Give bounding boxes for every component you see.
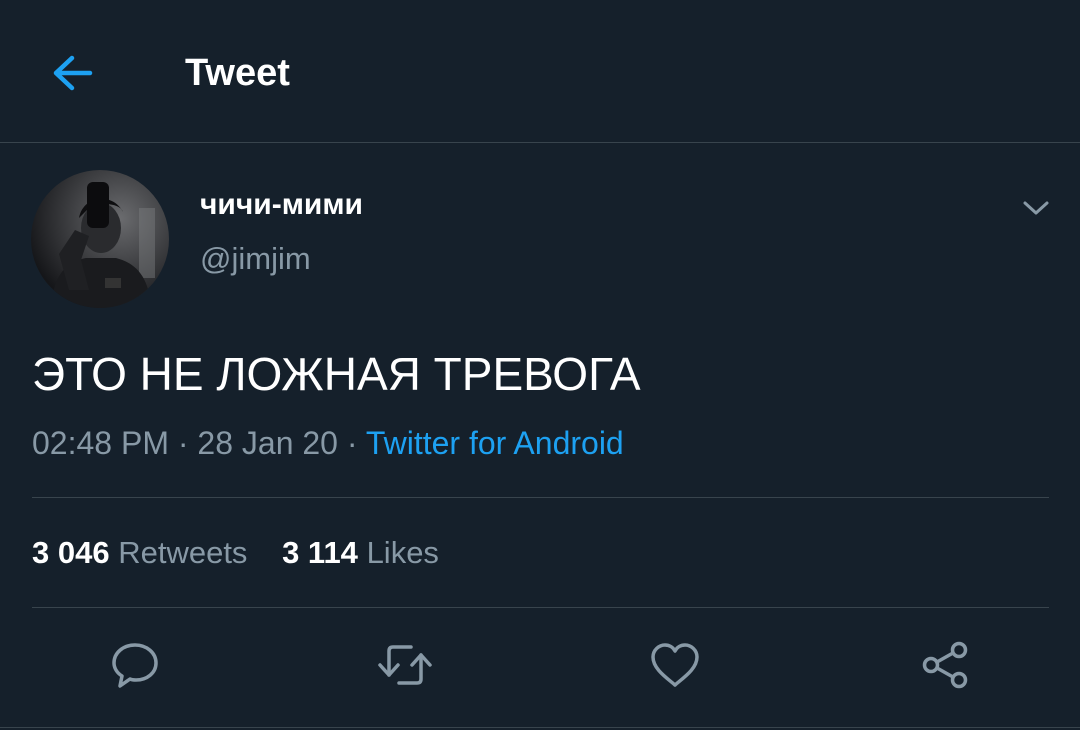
heart-icon: [649, 641, 701, 689]
share-icon: [919, 639, 971, 691]
arrow-left-icon: [50, 54, 94, 92]
author-display-name[interactable]: чичи-мими: [200, 186, 363, 224]
tweet-options-button[interactable]: [1016, 190, 1056, 226]
reply-icon: [109, 640, 161, 690]
likes-label: Likes: [366, 535, 439, 570]
tweet-date: 28 Jan 20: [197, 425, 338, 461]
author-handle[interactable]: @jimjim: [200, 240, 311, 278]
divider: [32, 497, 1049, 498]
retweet-button[interactable]: [377, 638, 433, 692]
retweet-icon: [375, 641, 435, 689]
meta-separator: ·: [177, 425, 189, 461]
tweet-time: 02:48 PM: [32, 425, 169, 461]
page-title: Tweet: [185, 52, 290, 94]
avatar[interactable]: [31, 170, 169, 308]
divider: [32, 607, 1049, 608]
like-button[interactable]: [647, 638, 703, 692]
retweets-count: 3 046: [32, 535, 110, 570]
retweets-label: Retweets: [118, 535, 248, 570]
share-button[interactable]: [917, 638, 973, 692]
tweet-source-link[interactable]: Twitter for Android: [366, 425, 624, 461]
tweet-stats: 3 046 Retweets 3 114 Likes: [32, 533, 465, 573]
retweets-stat[interactable]: 3 046 Retweets: [32, 533, 247, 573]
tweet-text: ЭТО НЕ ЛОЖНАЯ ТРЕВОГА: [32, 348, 641, 400]
meta-separator: ·: [346, 425, 358, 461]
reply-button[interactable]: [107, 638, 163, 692]
back-button[interactable]: [44, 48, 100, 98]
likes-stat[interactable]: 3 114 Likes: [282, 533, 439, 573]
top-bar: Tweet: [0, 0, 1080, 143]
tweet-meta: 02:48 PM · 28 Jan 20 · Twitter for Andro…: [32, 423, 624, 463]
likes-count: 3 114: [282, 535, 358, 570]
chevron-down-icon: [1022, 199, 1050, 217]
divider: [0, 727, 1080, 728]
